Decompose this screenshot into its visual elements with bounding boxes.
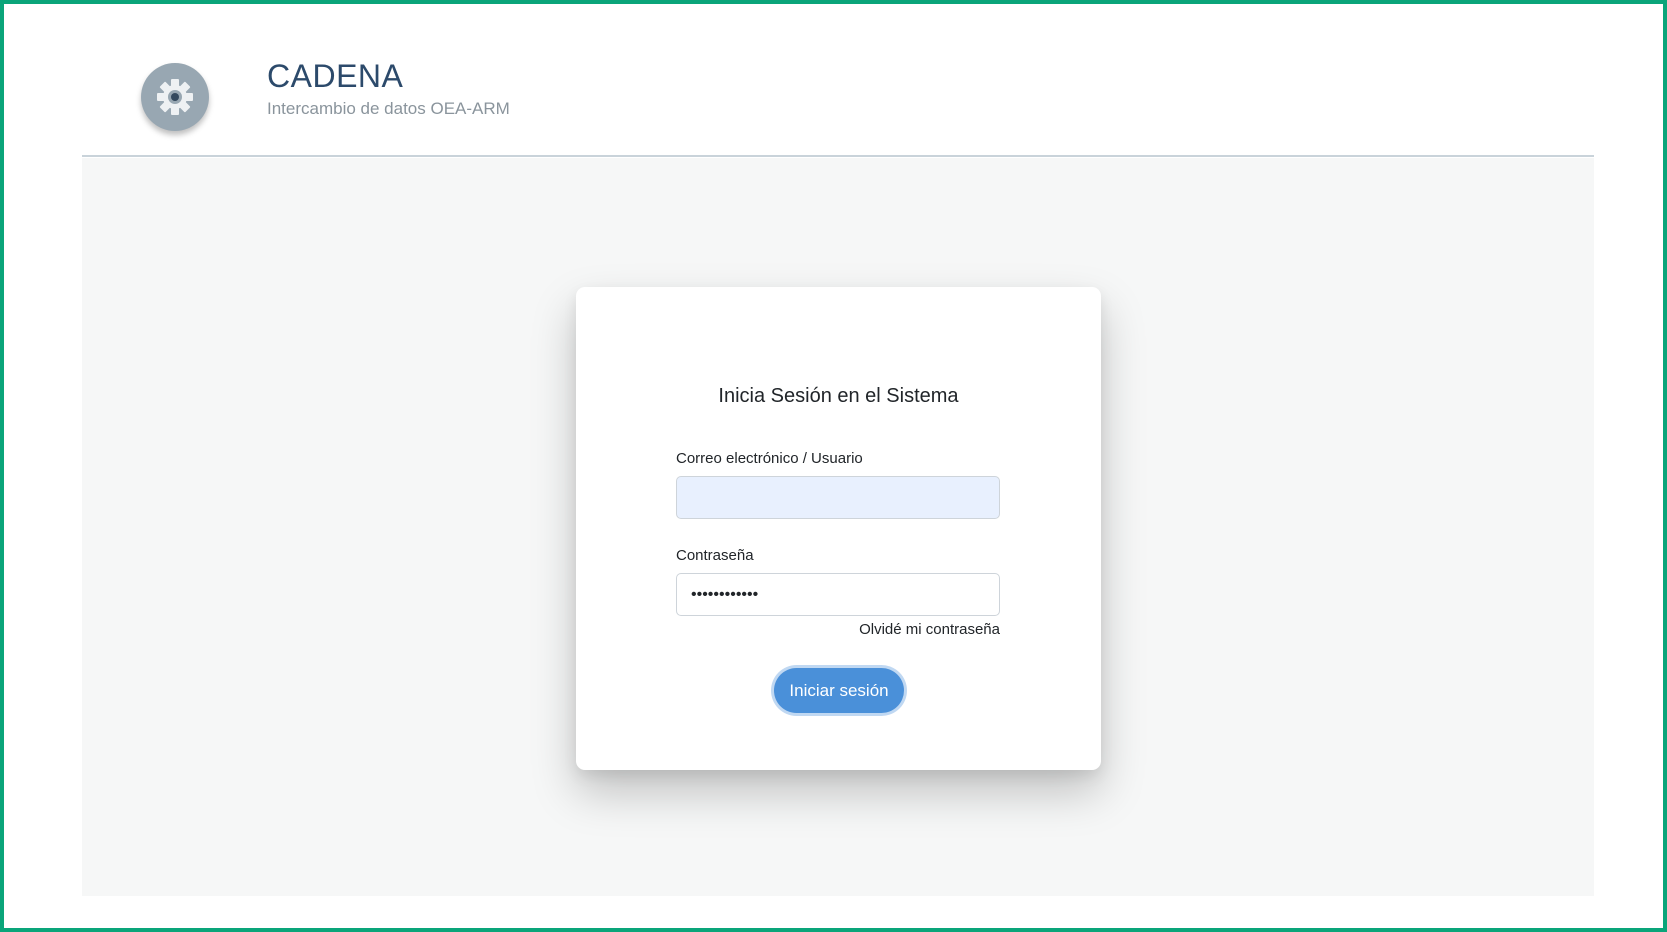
email-label: Correo electrónico / Usuario	[676, 450, 863, 467]
app-title: CADENA	[267, 58, 404, 94]
app-header: CADENA Intercambio de datos OEA-ARM	[82, 8, 1594, 157]
gear-icon	[141, 63, 209, 131]
login-card: Inicia Sesión en el Sistema Correo elect…	[576, 287, 1101, 770]
login-button[interactable]: Iniciar sesión	[774, 668, 904, 713]
forgot-password-link[interactable]: Olvidé mi contraseña	[859, 621, 1000, 638]
login-heading: Inicia Sesión en el Sistema	[718, 385, 959, 407]
main-content: Inicia Sesión en el Sistema Correo elect…	[82, 158, 1594, 896]
app-subtitle: Intercambio de datos OEA-ARM	[267, 99, 510, 118]
email-field[interactable]	[676, 476, 1000, 519]
gear-icon-graphic	[157, 79, 193, 115]
password-field[interactable]	[676, 573, 1000, 616]
window-frame: CADENA Intercambio de datos OEA-ARM Inic…	[0, 0, 1667, 932]
password-label: Contraseña	[676, 547, 754, 564]
